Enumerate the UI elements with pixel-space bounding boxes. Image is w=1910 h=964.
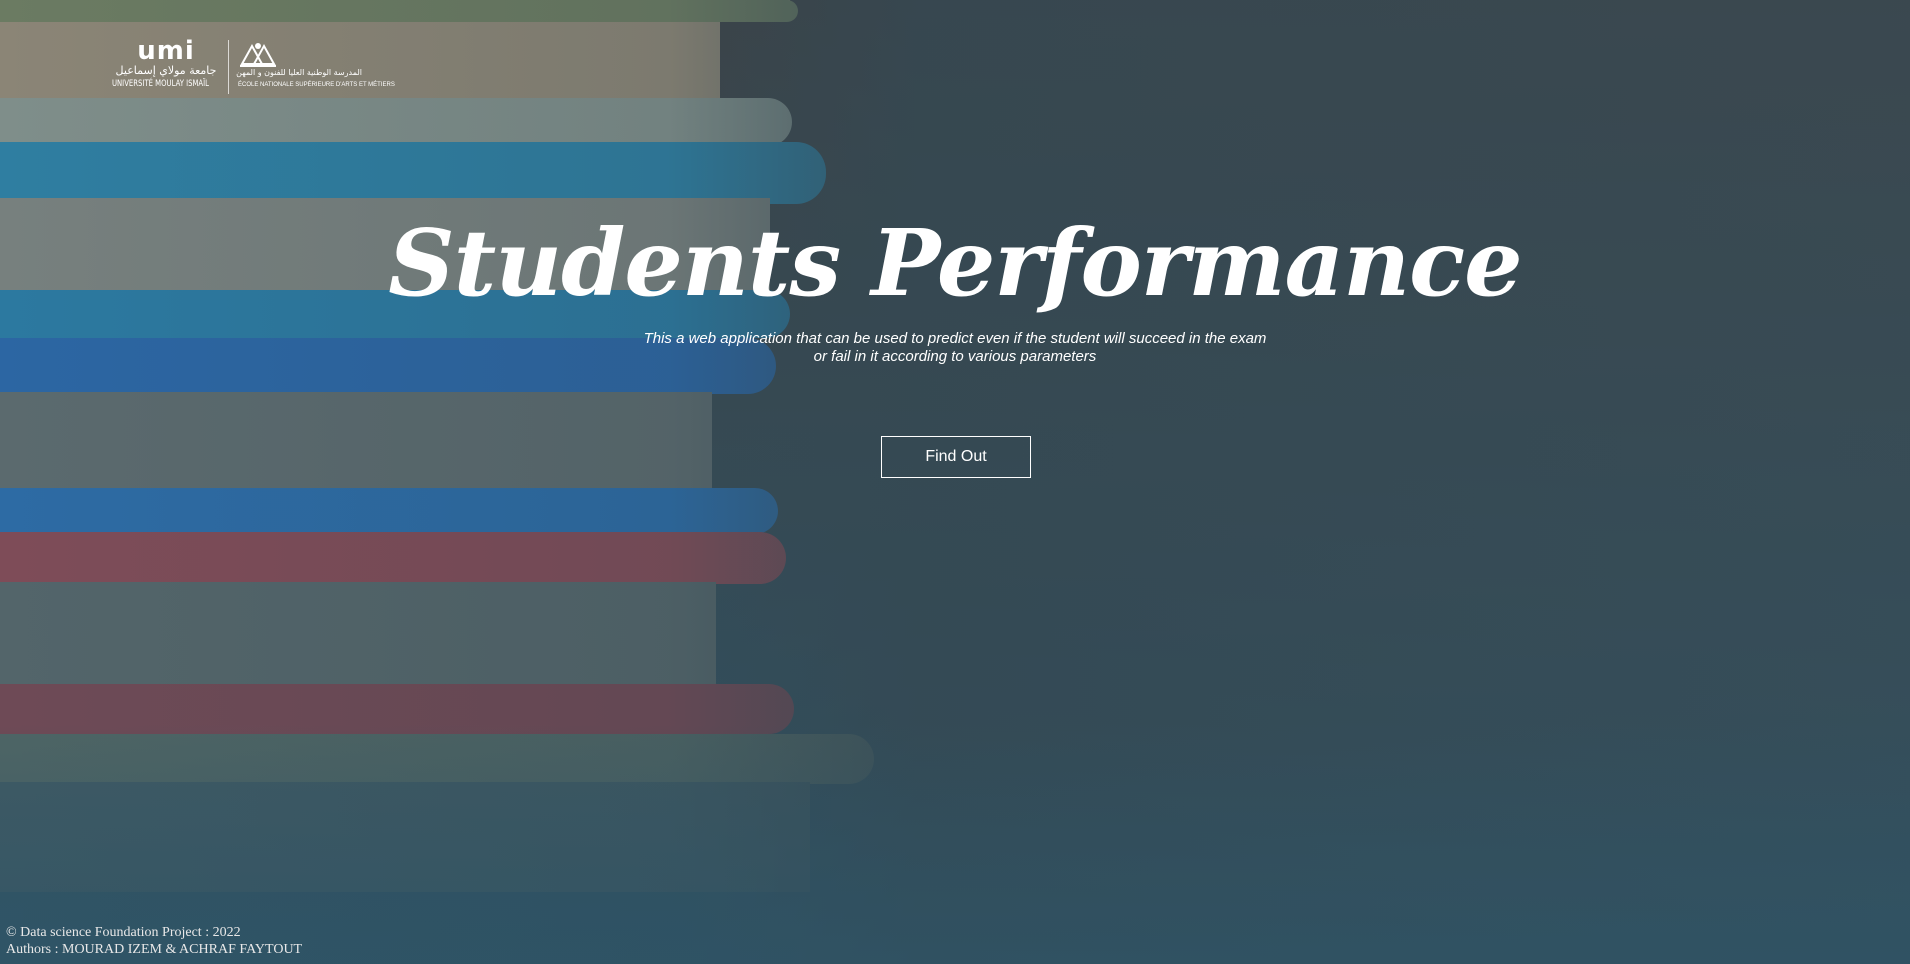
ensam-logo-arabic-text: المدرسة الوطنية العليا للفنون و المهن — [236, 68, 362, 77]
find-out-button[interactable]: Find Out — [881, 436, 1031, 478]
ensam-logo: المدرسة الوطنية العليا للفنون و المهن ÉC… — [236, 38, 395, 96]
footer: © Data science Foundation Project : 2022… — [6, 924, 302, 958]
footer-authors: Authors : MOURAD IZEM & ACHRAF FAYTOUT — [6, 942, 303, 957]
landing-page: umi جامعة مولاي إسماعيل UNIVERSITÉ MOULA… — [0, 0, 1910, 964]
umi-logo: umi جامعة مولاي إسماعيل UNIVERSITÉ MOULA… — [112, 38, 220, 96]
hero-title: Students Performance — [388, 209, 1522, 317]
background-books-image — [0, 0, 880, 964]
umi-logo-latin-text: UNIVERSITÉ MOULAY ISMAÏL — [112, 79, 209, 89]
header-logos: umi جامعة مولاي إسماعيل UNIVERSITÉ MOULA… — [112, 38, 395, 96]
ensam-emblem-icon — [240, 43, 276, 67]
logo-divider — [228, 40, 229, 94]
hero-subtitle: This a web application that can be used … — [0, 330, 1910, 366]
hero-subtitle-line-2: or fail in it according to various param… — [813, 348, 1097, 365]
umi-logo-arabic-text: جامعة مولاي إسماعيل — [115, 64, 217, 77]
umi-logo-mark: umi — [137, 36, 195, 66]
hero-subtitle-line-1: This a web application that can be used … — [643, 330, 1267, 347]
footer-copyright: © Data science Foundation Project : 2022 — [6, 925, 241, 940]
ensam-logo-latin-text: ÉCOLE NATIONALE SUPÉRIEURE D'ARTS ET MÉT… — [238, 82, 395, 88]
